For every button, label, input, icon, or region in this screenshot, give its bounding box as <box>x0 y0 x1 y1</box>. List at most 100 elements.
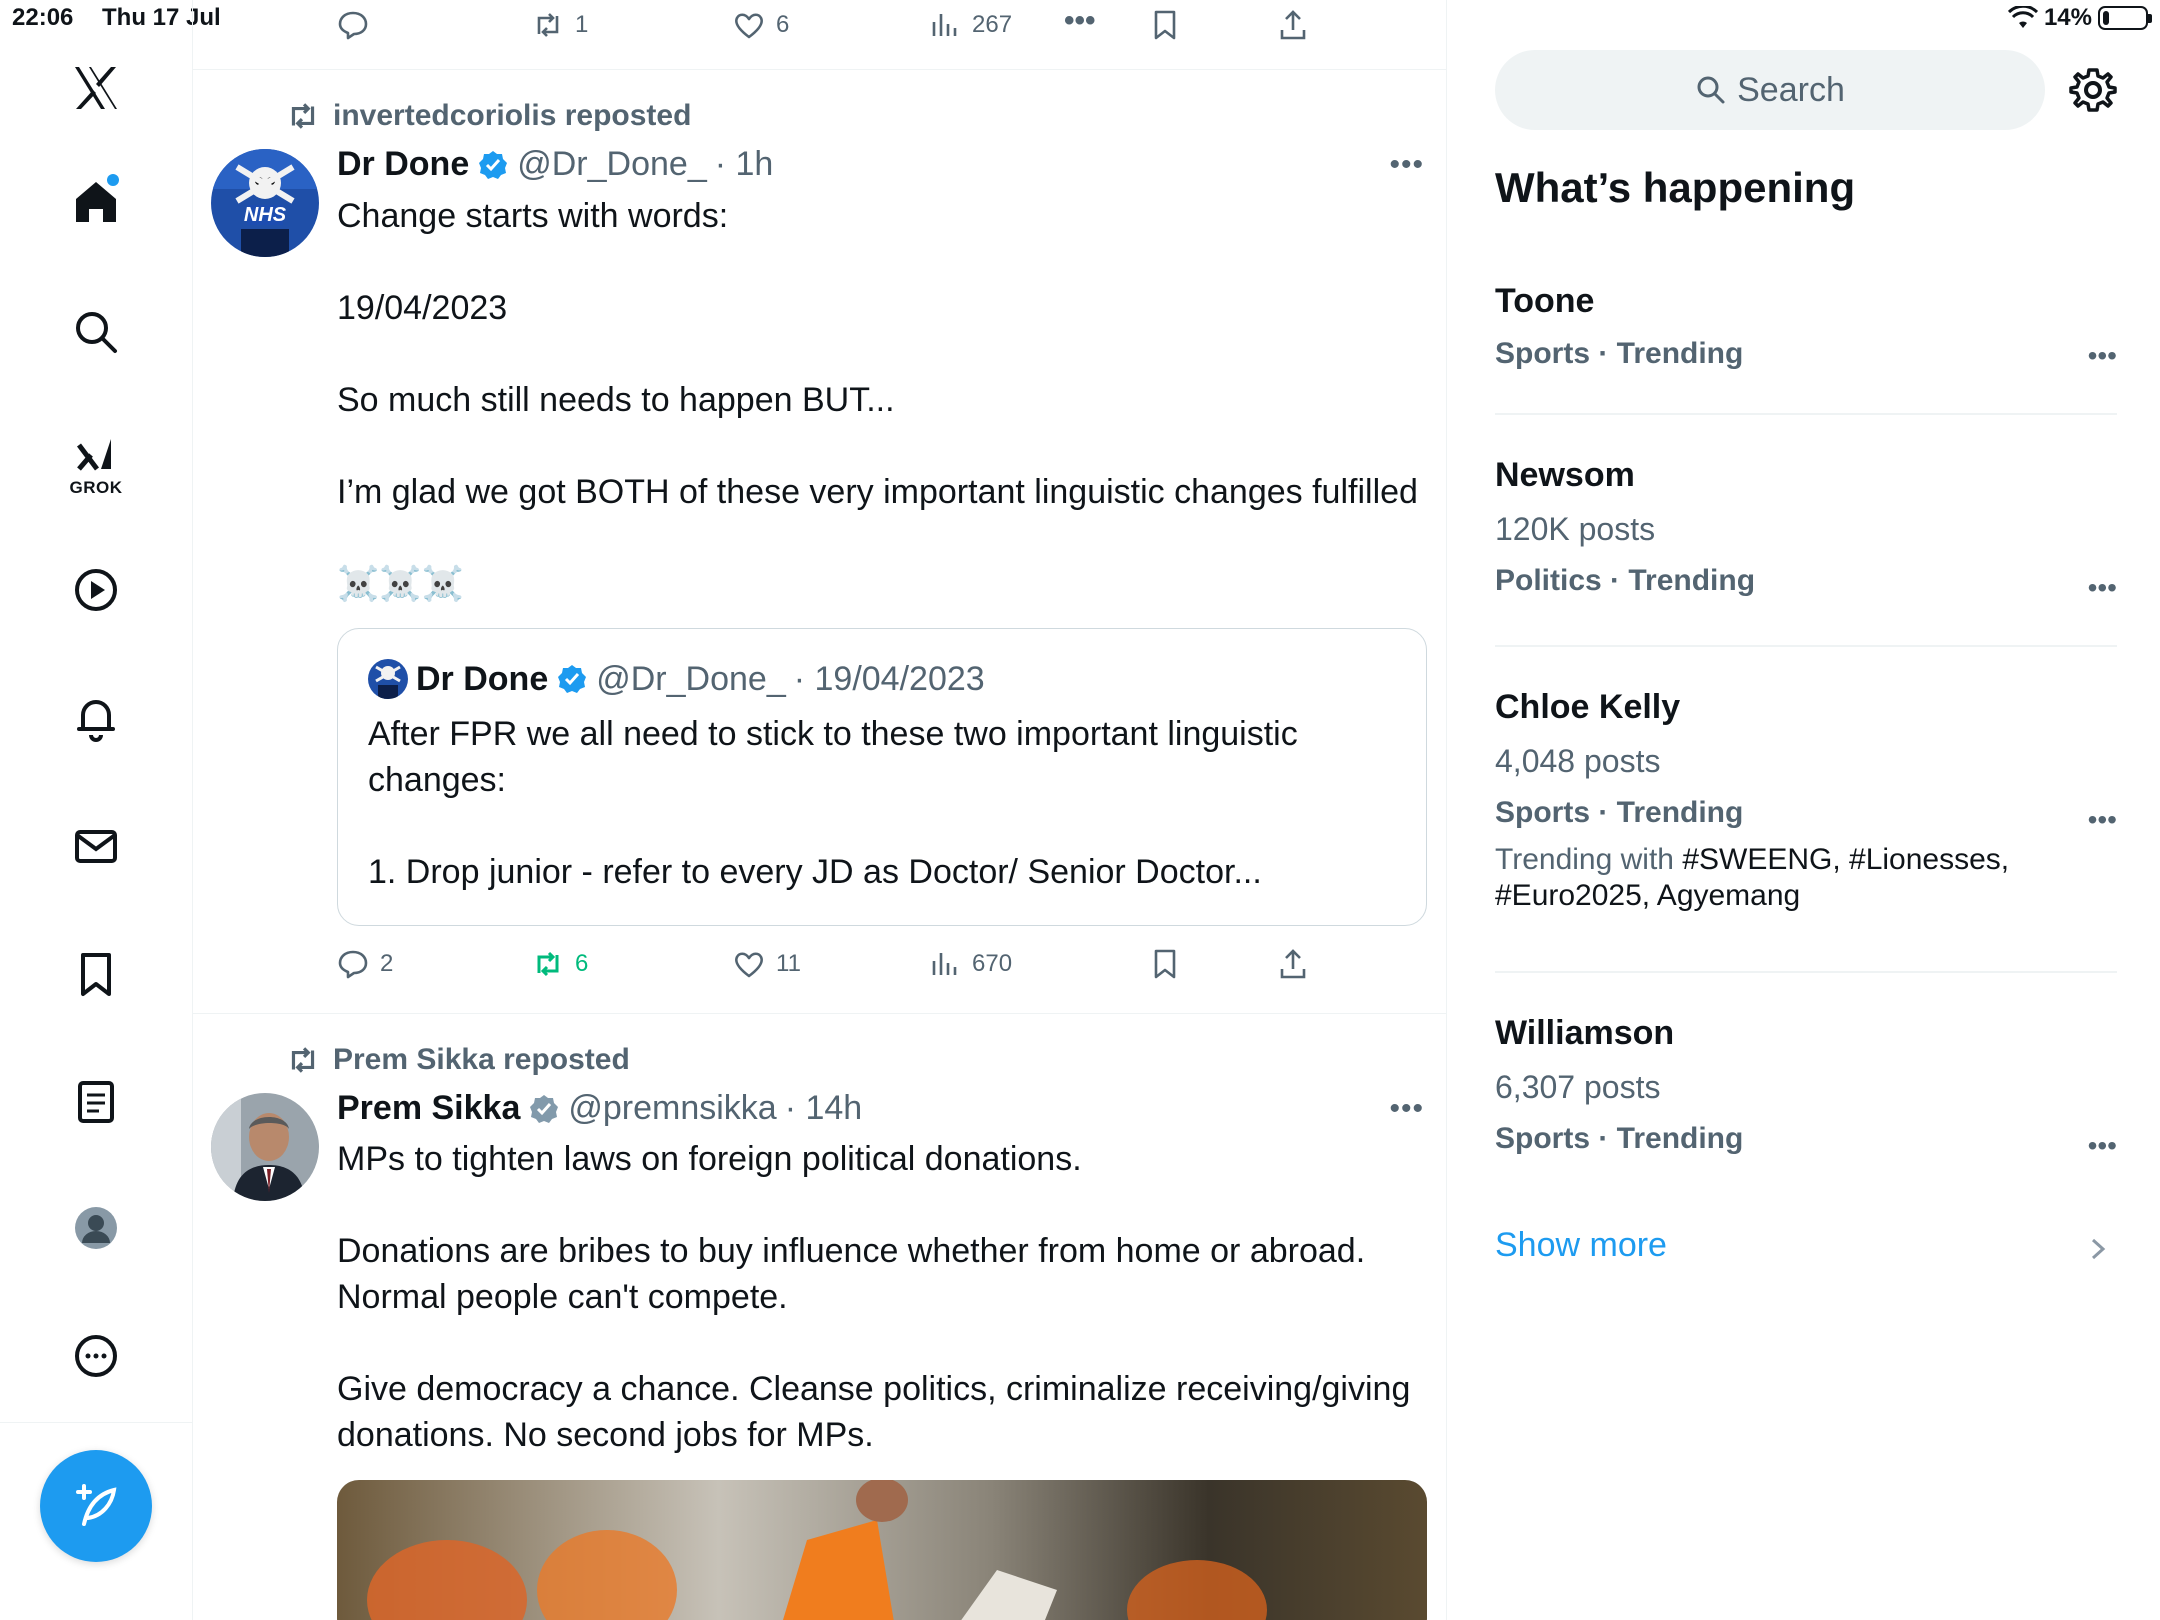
tweet2-time[interactable]: · 14h <box>785 1089 863 1128</box>
trend-more-icon[interactable]: ••• <box>2088 340 2117 372</box>
views-button[interactable]: 267 <box>928 8 1012 42</box>
search-bar[interactable]: Search <box>1495 50 2045 130</box>
trend-post-count: 4,048 posts <box>1495 743 1661 779</box>
tweet2-author-line: Prem Sikka @premnsikka · 14h <box>337 1089 862 1128</box>
tweet2-avatar[interactable] <box>211 1093 319 1201</box>
tweet1-reposted-by: invertedcoriolis reposted <box>333 99 692 132</box>
trend-item[interactable]: Newsom 120K posts Politics · Trending ••… <box>1495 456 2117 603</box>
views-chart-icon <box>932 953 957 975</box>
tweet2-handle[interactable]: @premnsikka <box>568 1089 776 1128</box>
show-more-link[interactable]: Show more <box>1495 1226 1667 1265</box>
trend-related: Trending with #SWEENG, #Lionesses, #Euro… <box>1495 842 2117 914</box>
repost-count: 1 <box>575 11 589 38</box>
bookmark-icon <box>1154 949 1176 979</box>
views-count: 670 <box>972 950 1013 977</box>
grok-label: GROK <box>69 478 123 497</box>
views-count: 267 <box>972 11 1013 38</box>
more-options-icon[interactable] <box>56 1316 136 1396</box>
quote-author-name: Dr Done <box>416 659 549 698</box>
notifications-bell-icon[interactable] <box>56 678 136 758</box>
like-count: 11 <box>776 950 801 977</box>
trend-name: Toone <box>1495 282 1595 320</box>
tweet1-repost-indicator[interactable]: invertedcoriolis reposted <box>285 98 691 134</box>
repost-small-icon <box>291 103 315 129</box>
trend-name: Newsom <box>1495 456 1635 494</box>
quote-time: · 19/04/2023 <box>793 659 985 698</box>
video-play-icon[interactable] <box>56 550 136 630</box>
repost-button[interactable]: 6 <box>531 947 588 981</box>
tweet-divider <box>193 69 1446 70</box>
nav-divider <box>0 1422 193 1423</box>
repost-count: 6 <box>575 950 589 977</box>
bookmarks-icon[interactable] <box>56 934 136 1014</box>
trend-meta: Sports · Trending <box>1495 796 1744 829</box>
reply-icon <box>338 950 368 979</box>
tweet-divider <box>193 1013 1446 1014</box>
verified-badge-icon <box>479 150 508 179</box>
repost-button[interactable]: 1 <box>531 8 588 42</box>
tweet2-reposted-by: Prem Sikka reposted <box>333 1043 630 1076</box>
tweet1-quote-card[interactable]: Dr Done @Dr_Done_ · 19/04/2023 After FPR… <box>337 628 1427 926</box>
tweet1-time[interactable]: · 1h <box>715 145 774 184</box>
reply-count: 2 <box>380 950 394 977</box>
profile-avatar-icon[interactable] <box>56 1188 136 1268</box>
reply-button[interactable]: 2 <box>336 947 393 981</box>
trend-item[interactable]: Toone Sports · Trending ••• <box>1495 282 2117 371</box>
views-button[interactable]: 670 <box>928 947 1012 981</box>
compose-post-button[interactable] <box>40 1450 152 1562</box>
tweet1-actions: 2 6 11 670 <box>336 947 1316 987</box>
lists-icon[interactable] <box>56 1062 136 1142</box>
repost-icon <box>537 13 559 37</box>
trend-item[interactable]: Chloe Kelly 4,048 posts Sports · Trendin… <box>1495 688 2117 914</box>
like-count: 6 <box>776 11 790 38</box>
trend-meta: Sports · Trending <box>1495 337 1744 370</box>
heart-icon <box>735 952 763 978</box>
trend-divider <box>1495 971 2117 973</box>
tweet2-text: MPs to tighten laws on foreign political… <box>337 1140 1411 1454</box>
trend-name: Chloe Kelly <box>1495 688 1681 726</box>
tweet2-repost-indicator[interactable]: Prem Sikka reposted <box>285 1042 630 1078</box>
search-icon <box>1697 76 1725 104</box>
share-button[interactable] <box>1276 8 1310 42</box>
left-nav: GROK <box>0 0 193 1620</box>
x-logo-icon[interactable] <box>56 48 136 128</box>
repost-small-icon <box>291 1047 315 1073</box>
chevron-right-icon <box>2091 1238 2106 1260</box>
search-placeholder: Search <box>1737 70 1845 109</box>
home-icon[interactable] <box>56 162 136 242</box>
more-dots-icon[interactable]: ••• <box>1064 4 1096 38</box>
verified-badge-grey-icon <box>530 1094 559 1123</box>
bookmark-button[interactable] <box>1148 947 1182 981</box>
reply-icon <box>338 11 368 40</box>
bookmark-icon <box>1154 10 1176 40</box>
search-icon[interactable] <box>56 292 136 372</box>
tweet1-handle[interactable]: @Dr_Done_ <box>517 145 707 184</box>
trend-more-icon[interactable]: ••• <box>2088 804 2117 836</box>
tweet2-media-image[interactable] <box>337 1480 1427 1620</box>
share-button[interactable] <box>1276 947 1310 981</box>
reply-button[interactable] <box>336 8 380 42</box>
like-button[interactable]: 6 <box>732 8 789 42</box>
tweet1-author-line: Dr Done @Dr_Done_ · 1h <box>337 145 773 184</box>
right-sidebar: Search What’s happening Toone Sports · T… <box>1447 0 2160 1620</box>
trend-more-icon[interactable]: ••• <box>2088 1130 2117 1162</box>
tweet2-more-icon[interactable]: ••• <box>1389 1092 1424 1126</box>
bookmark-button[interactable] <box>1148 8 1182 42</box>
tweet2-author-name[interactable]: Prem Sikka <box>337 1089 520 1128</box>
whats-happening-title: What’s happening <box>1495 164 1856 211</box>
share-icon <box>1280 949 1306 979</box>
quote-text: After FPR we all need to stick to these … <box>368 715 1298 891</box>
share-icon <box>1280 10 1306 40</box>
like-button[interactable]: 11 <box>732 947 801 981</box>
trend-item[interactable]: Williamson 6,307 posts Sports · Trending… <box>1495 1014 2117 1161</box>
home-notification-dot <box>107 174 119 186</box>
trend-more-icon[interactable]: ••• <box>2088 572 2117 604</box>
messages-envelope-icon[interactable] <box>56 806 136 886</box>
tweet1-more-icon[interactable]: ••• <box>1389 148 1424 182</box>
views-chart-icon <box>932 14 957 36</box>
tweet1-avatar[interactable]: NHS <box>211 149 319 257</box>
trend-name: Williamson <box>1495 1014 1675 1052</box>
settings-gear-icon[interactable] <box>2069 66 2117 114</box>
tweet1-author-name[interactable]: Dr Done <box>337 145 469 184</box>
repost-icon <box>537 951 559 977</box>
